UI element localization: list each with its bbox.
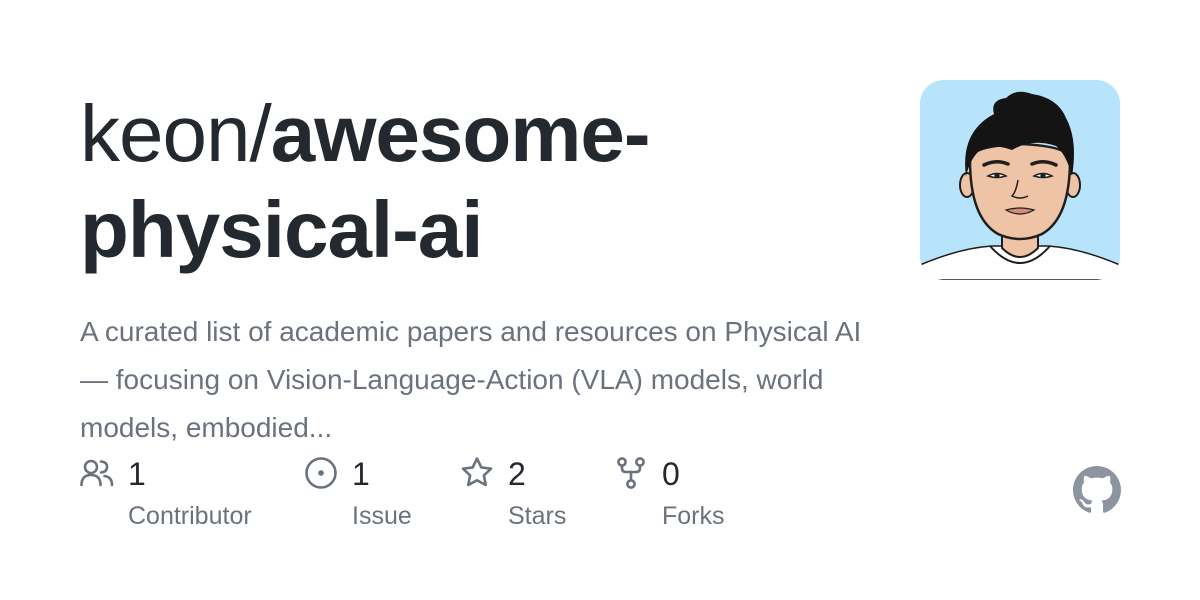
issue-icon <box>304 456 338 490</box>
star-icon <box>460 456 494 490</box>
github-logo-icon[interactable] <box>1073 466 1121 514</box>
repo-description: A curated list of academic papers and re… <box>80 316 862 443</box>
contributor-count: 1 <box>128 456 146 492</box>
fork-label: Forks <box>662 502 725 530</box>
avatar-illustration <box>920 80 1120 280</box>
fork-count: 0 <box>662 456 680 492</box>
people-icon <box>80 456 114 490</box>
contributor-label: Contributor <box>128 502 252 530</box>
fork-icon <box>614 456 648 490</box>
star-count: 2 <box>508 456 526 492</box>
repo-owner[interactable]: keon/ <box>80 89 272 178</box>
social-preview-card: keon/awesome-physical-ai A curated list … <box>0 0 1200 600</box>
issue-count: 1 <box>352 456 370 492</box>
repo-title[interactable]: keon/awesome-physical-ai <box>80 86 900 278</box>
star-label: Stars <box>508 502 567 530</box>
avatar[interactable] <box>920 80 1120 280</box>
issue-label: Issue <box>352 502 412 530</box>
